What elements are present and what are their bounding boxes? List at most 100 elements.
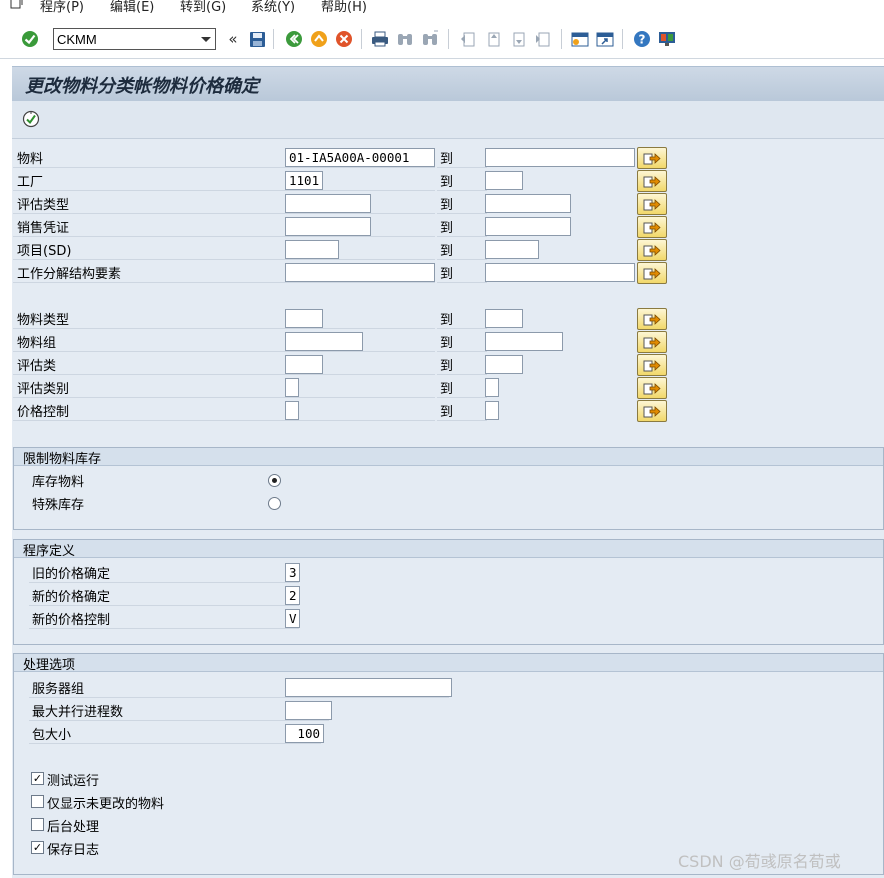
valuation-class-label: 评估类	[17, 359, 57, 374]
group-header: 限制物料库存	[14, 448, 883, 467]
execute-icon[interactable]	[22, 110, 40, 128]
menu-help[interactable]: 帮助(H)	[321, 0, 367, 15]
plant-multiple-selection-button[interactable]	[637, 170, 667, 192]
layout-icon[interactable]	[657, 29, 677, 49]
valuation-class-multiple-selection-button[interactable]	[637, 354, 667, 376]
new-price-control-field[interactable]: V	[285, 609, 300, 628]
material-from-field[interactable]: 01-IA5A00A-00001	[285, 148, 435, 167]
material-type-to-field[interactable]	[485, 309, 523, 328]
valuation-type-multiple-selection-button[interactable]	[637, 193, 667, 215]
command-input[interactable]	[57, 31, 197, 47]
to-label: 到	[440, 244, 454, 259]
cancel-icon[interactable]	[334, 29, 354, 49]
wbs-element-label: 工作分解结构要素	[17, 267, 122, 282]
find-next-icon[interactable]	[420, 29, 440, 49]
radio-special-stock[interactable]	[268, 497, 281, 510]
to-label: 到	[440, 313, 454, 328]
row-divider	[437, 213, 487, 214]
chevron-down-icon[interactable]	[201, 37, 211, 42]
wbs-element-to-field[interactable]	[485, 263, 635, 282]
exit-icon[interactable]	[309, 29, 329, 49]
price-control-to-field[interactable]	[485, 401, 499, 420]
title-bar: 更改物料分类帐物料价格确定	[12, 66, 884, 101]
help-icon[interactable]: ?	[632, 29, 652, 49]
valuation-category-from-field[interactable]	[285, 378, 299, 397]
arrow-right-icon	[643, 222, 661, 234]
material-group-multiple-selection-button[interactable]	[637, 331, 667, 353]
save-icon[interactable]	[247, 29, 267, 49]
wbs-element-from-field[interactable]	[285, 263, 435, 282]
new-price-determination-label: 新的价格确定	[32, 590, 111, 605]
menu-program[interactable]: 程序(P)	[40, 0, 84, 15]
sd-item-multiple-selection-button[interactable]	[637, 239, 667, 261]
ok-icon[interactable]	[20, 29, 40, 49]
material-type-multiple-selection-button[interactable]	[637, 308, 667, 330]
background-processing-label: 后台处理	[47, 820, 100, 835]
row-divider	[437, 351, 487, 352]
sales-document-from-field[interactable]	[285, 217, 371, 236]
price-control-multiple-selection-button[interactable]	[637, 400, 667, 422]
arrow-right-icon	[643, 337, 661, 349]
menu-system[interactable]: 系统(Y)	[251, 0, 295, 15]
row-divider	[13, 351, 435, 352]
to-label: 到	[440, 175, 454, 190]
plant-from-field[interactable]: 1101	[285, 171, 323, 190]
program-definition-group: 程序定义	[13, 539, 884, 645]
first-page-icon[interactable]	[458, 29, 478, 49]
wbs-element-multiple-selection-button[interactable]	[637, 262, 667, 284]
row-divider	[437, 328, 487, 329]
menu-bar: 程序(P) 编辑(E) 转到(G) 系统(Y) 帮助(H)	[0, 0, 884, 18]
material-multiple-selection-button[interactable]	[637, 147, 667, 169]
print-icon[interactable]	[370, 29, 390, 49]
price-control-from-field[interactable]	[285, 401, 299, 420]
radio-stock-material[interactable]	[268, 474, 281, 487]
arrow-right-icon	[643, 360, 661, 372]
server-group-field[interactable]	[285, 678, 452, 697]
material-label: 物料	[17, 152, 44, 167]
test-run-checkbox[interactable]: ✓	[31, 772, 44, 785]
to-label: 到	[440, 382, 454, 397]
old-price-determination-field[interactable]: 3	[285, 563, 300, 582]
valuation-type-from-field[interactable]	[285, 194, 371, 213]
menu-edit[interactable]: 编辑(E)	[110, 0, 154, 15]
prev-page-icon[interactable]	[483, 29, 503, 49]
valuation-category-multiple-selection-button[interactable]	[637, 377, 667, 399]
arrow-right-icon	[643, 383, 661, 395]
arrow-right-icon	[643, 245, 661, 257]
plant-to-field[interactable]	[485, 171, 523, 190]
system-menu-icon[interactable]	[10, 0, 24, 10]
sd-item-to-field[interactable]	[485, 240, 539, 259]
max-parallel-processes-field[interactable]	[285, 701, 332, 720]
group-title: 程序定义	[23, 544, 76, 559]
radio-label-stock-material: 库存物料	[32, 475, 85, 490]
last-page-icon[interactable]	[533, 29, 553, 49]
material-group-from-field[interactable]	[285, 332, 363, 351]
material-group-to-field[interactable]	[485, 332, 563, 351]
sd-item-from-field[interactable]	[285, 240, 339, 259]
valuation-type-to-field[interactable]	[485, 194, 571, 213]
valuation-category-to-field[interactable]	[485, 378, 499, 397]
to-label: 到	[440, 267, 454, 282]
material-type-from-field[interactable]	[285, 309, 323, 328]
back-icon[interactable]	[284, 29, 304, 49]
background-processing-checkbox[interactable]	[31, 818, 44, 831]
new-price-determination-field[interactable]: 2	[285, 586, 300, 605]
to-label: 到	[440, 152, 454, 167]
sales-document-multiple-selection-button[interactable]	[637, 216, 667, 238]
sales-document-to-field[interactable]	[485, 217, 571, 236]
save-log-checkbox[interactable]: ✓	[31, 841, 44, 854]
next-page-icon[interactable]	[508, 29, 528, 49]
valuation-class-from-field[interactable]	[285, 355, 323, 374]
package-size-field[interactable]: 100	[285, 724, 324, 743]
arrow-right-icon	[643, 153, 661, 165]
watermark: CSDN @荀彧原名荀或	[678, 852, 841, 871]
new-session-icon[interactable]	[570, 29, 590, 49]
valuation-class-to-field[interactable]	[485, 355, 523, 374]
show-unchanged-checkbox[interactable]	[31, 795, 44, 808]
command-field[interactable]	[53, 28, 216, 50]
material-to-field[interactable]	[485, 148, 635, 167]
back-double-icon[interactable]: «	[223, 29, 243, 49]
menu-goto[interactable]: 转到(G)	[180, 0, 226, 15]
find-icon[interactable]	[395, 29, 415, 49]
shortcut-icon[interactable]	[595, 29, 615, 49]
